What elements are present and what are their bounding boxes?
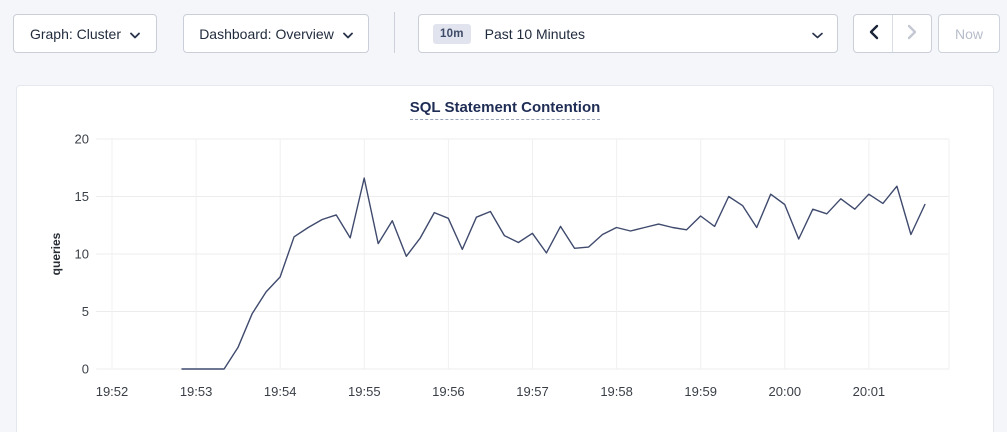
x-tick-label: 19:59	[684, 384, 717, 399]
x-tick-label: 19:54	[264, 384, 297, 399]
chart-title[interactable]: SQL Statement Contention	[410, 99, 601, 120]
y-tick-label: 5	[82, 304, 89, 319]
x-tick-label: 20:01	[853, 384, 886, 399]
toolbar-divider	[394, 12, 395, 53]
chevron-left-icon	[868, 24, 879, 43]
x-tick-label: 19:53	[180, 384, 213, 399]
dashboard-dropdown-label: Dashboard: Overview	[199, 26, 334, 42]
y-tick-label: 15	[75, 189, 89, 204]
x-tick-label: 20:00	[769, 384, 802, 399]
y-tick-label: 0	[82, 362, 89, 377]
time-forward-button[interactable]	[892, 15, 931, 52]
x-tick-label: 19:58	[600, 384, 633, 399]
x-tick-label: 19:55	[348, 384, 381, 399]
chart-title-row: SQL Statement Contention	[17, 99, 993, 120]
y-tick-label: 20	[75, 132, 89, 147]
time-nav-group	[853, 14, 932, 53]
y-tick-label: 10	[75, 247, 89, 262]
chevron-right-icon	[907, 24, 918, 43]
x-tick-label: 19:57	[516, 384, 549, 399]
x-tick-label: 19:52	[96, 384, 129, 399]
time-range-picker[interactable]: 10m Past 10 Minutes	[418, 14, 838, 53]
graph-dropdown-label: Graph: Cluster	[30, 26, 121, 42]
graph-dropdown[interactable]: Graph: Cluster	[13, 14, 157, 53]
series-line	[182, 178, 925, 369]
time-range-badge: 10m	[433, 24, 471, 44]
sql-statement-contention-chart[interactable]: 0 5 10 15 20 19:52 19:53 19:54 19:55 19:56 19:57 19…	[17, 126, 996, 426]
chevron-down-icon	[130, 26, 140, 42]
dashboard-dropdown[interactable]: Dashboard: Overview	[183, 14, 369, 53]
chevron-down-icon	[812, 26, 823, 42]
chevron-down-icon	[343, 26, 353, 42]
time-back-button[interactable]	[854, 15, 892, 52]
chart-card: SQL Statement Contention queries 0510152…	[16, 85, 994, 432]
time-range-label: Past 10 Minutes	[485, 26, 585, 42]
now-button[interactable]: Now	[938, 14, 1000, 53]
x-tick-label: 19:56	[432, 384, 465, 399]
